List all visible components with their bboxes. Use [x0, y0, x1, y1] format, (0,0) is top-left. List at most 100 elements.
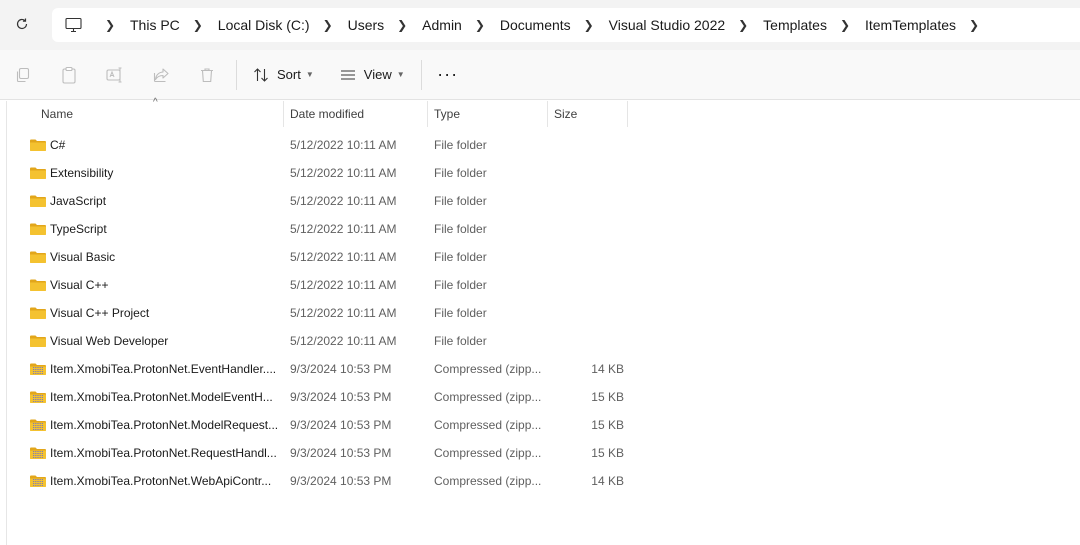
table-row[interactable]: Item.XmobiTea.ProtonNet.EventHandler....… — [7, 355, 1080, 383]
file-name-cell[interactable]: Item.XmobiTea.ProtonNet.EventHandler.... — [7, 361, 284, 377]
column-header-type[interactable]: Type — [428, 101, 548, 127]
date-modified-cell: 5/12/2022 10:11 AM — [290, 138, 397, 152]
breadcrumb-documents[interactable]: Documents — [496, 17, 575, 33]
breadcrumb-itemtemplates[interactable]: ItemTemplates — [861, 17, 960, 33]
view-label: View — [363, 67, 392, 82]
file-name-cell[interactable]: Visual C++ Project — [7, 305, 284, 321]
file-name-cell[interactable]: TypeScript — [7, 221, 284, 237]
type-cell: File folder — [434, 250, 487, 264]
column-header-size[interactable]: Size — [548, 101, 628, 127]
chevron-right-icon[interactable]: ❯ — [835, 18, 855, 32]
table-row[interactable]: Visual Web Developer 5/12/2022 10:11 AM Fi… — [7, 327, 1080, 355]
breadcrumb-admin[interactable]: Admin — [418, 17, 466, 33]
size-cell: 14 KB — [591, 474, 624, 488]
chevron-right-icon[interactable]: ❯ — [100, 18, 120, 32]
zip-folder-icon — [29, 417, 47, 433]
view-icon — [340, 69, 355, 80]
chevron-right-icon[interactable]: ❯ — [470, 18, 490, 32]
table-row[interactable]: Visual Basic 5/12/2022 10:11 AM File folde… — [7, 243, 1080, 271]
type-cell: File folder — [434, 306, 487, 320]
file-name-cell[interactable]: Visual Basic — [7, 249, 284, 265]
file-name-cell[interactable]: C# — [7, 137, 284, 153]
date-modified-cell: 5/12/2022 10:11 AM — [290, 250, 397, 264]
date-modified-cell: 9/3/2024 10:53 PM — [290, 446, 392, 460]
table-row[interactable]: Visual C++ 5/12/2022 10:11 AM File folder — [7, 271, 1080, 299]
copy-icon[interactable] — [0, 57, 46, 93]
address-bar[interactable]: ❯ This PC ❯ Local Disk (C:) ❯ Users ❯ Ad… — [52, 8, 1080, 42]
file-name: Item.XmobiTea.ProtonNet.ModelEventH... — [50, 390, 273, 404]
chevron-right-icon[interactable]: ❯ — [188, 18, 208, 32]
toolbar-divider — [236, 59, 237, 90]
column-header-date[interactable]: Date modified — [284, 101, 428, 127]
table-row[interactable]: Item.XmobiTea.ProtonNet.ModelRequest... 9… — [7, 411, 1080, 439]
date-modified-cell: 5/12/2022 10:11 AM — [290, 222, 397, 236]
type-cell: Compressed (zipp... — [434, 474, 542, 488]
folder-icon — [29, 137, 47, 153]
size-cell: 15 KB — [591, 446, 624, 460]
table-row[interactable]: Item.XmobiTea.ProtonNet.ModelEventH... 9/… — [7, 383, 1080, 411]
rename-icon[interactable] — [92, 57, 138, 93]
type-cell: Compressed (zipp... — [434, 390, 542, 404]
file-name-cell[interactable]: Item.XmobiTea.ProtonNet.ModelRequest... — [7, 417, 284, 433]
more-options-button[interactable]: ··· — [428, 57, 468, 93]
breadcrumb-users[interactable]: Users — [344, 17, 389, 33]
chevron-down-icon: ▼ — [396, 70, 405, 79]
sort-icon — [254, 67, 268, 82]
chevron-right-icon[interactable]: ❯ — [733, 18, 753, 32]
table-row[interactable]: Visual C++ Project 5/12/2022 10:11 AM File… — [7, 299, 1080, 327]
file-name-cell[interactable]: Visual C++ — [7, 277, 284, 293]
file-name: Item.XmobiTea.ProtonNet.WebApiContr... — [50, 474, 272, 488]
delete-icon[interactable] — [184, 57, 230, 93]
folder-icon — [29, 333, 47, 349]
chevron-right-icon[interactable]: ❯ — [579, 18, 599, 32]
command-bar: Sort ▼ View ▼ ··· — [0, 50, 1080, 100]
file-name-cell[interactable]: JavaScript — [7, 193, 284, 209]
chevron-right-icon[interactable]: ❯ — [318, 18, 338, 32]
sort-button[interactable]: Sort ▼ — [243, 57, 324, 93]
file-name: TypeScript — [50, 222, 107, 236]
table-row[interactable]: Item.XmobiTea.ProtonNet.WebApiContr... 9/… — [7, 467, 1080, 495]
file-name-cell[interactable]: Extensibility — [7, 165, 284, 181]
file-name-cell[interactable]: Item.XmobiTea.ProtonNet.ModelEventH... — [7, 389, 284, 405]
address-bar-row: ❯ This PC ❯ Local Disk (C:) ❯ Users ❯ Ad… — [0, 0, 1080, 50]
folder-icon — [29, 277, 47, 293]
computer-icon — [64, 16, 82, 34]
sort-ascending-icon: ^ — [153, 97, 158, 108]
file-name-cell[interactable]: Visual Web Developer — [7, 333, 284, 349]
column-header-name[interactable]: ^ Name — [7, 97, 284, 127]
breadcrumb-templates[interactable]: Templates — [759, 17, 831, 33]
view-button[interactable]: View ▼ — [330, 57, 415, 93]
breadcrumb-local-disk[interactable]: Local Disk (C:) — [214, 17, 314, 33]
refresh-icon[interactable] — [12, 14, 32, 34]
table-row[interactable]: Extensibility 5/12/2022 10:11 AM File fold… — [7, 159, 1080, 187]
file-name: Item.XmobiTea.ProtonNet.ModelRequest... — [50, 418, 279, 432]
share-icon[interactable] — [138, 57, 184, 93]
folder-icon — [29, 305, 47, 321]
zip-folder-icon — [29, 389, 47, 405]
size-cell: 15 KB — [591, 390, 624, 404]
table-row[interactable]: TypeScript 5/12/2022 10:11 AM File folder — [7, 215, 1080, 243]
toolbar-divider — [420, 59, 422, 90]
size-cell: 14 KB — [591, 362, 624, 376]
file-name: JavaScript — [50, 194, 107, 208]
table-row[interactable]: Item.XmobiTea.ProtonNet.RequestHandl... 9… — [7, 439, 1080, 467]
type-cell: Compressed (zipp... — [434, 446, 542, 460]
date-modified-cell: 5/12/2022 10:11 AM — [290, 278, 397, 292]
chevron-right-icon[interactable]: ❯ — [392, 18, 412, 32]
table-row[interactable]: C# 5/12/2022 10:11 AM File folder — [7, 131, 1080, 159]
size-cell: 15 KB — [591, 418, 624, 432]
file-name-cell[interactable]: Item.XmobiTea.ProtonNet.RequestHandl... — [7, 445, 284, 461]
file-name: C# — [50, 138, 66, 152]
date-modified-cell: 5/12/2022 10:11 AM — [290, 306, 397, 320]
chevron-right-icon[interactable]: ❯ — [964, 18, 984, 32]
breadcrumb-this-pc[interactable]: This PC — [126, 17, 184, 33]
date-modified-cell: 9/3/2024 10:53 PM — [290, 418, 392, 432]
paste-icon[interactable] — [46, 57, 92, 93]
file-name: Item.XmobiTea.ProtonNet.RequestHandl... — [50, 446, 277, 460]
date-modified-cell: 5/12/2022 10:11 AM — [290, 166, 397, 180]
breadcrumb-visual-studio[interactable]: Visual Studio 2022 — [605, 17, 730, 33]
file-name: Item.XmobiTea.ProtonNet.EventHandler.... — [50, 362, 277, 376]
file-name-cell[interactable]: Item.XmobiTea.ProtonNet.WebApiContr... — [7, 473, 284, 489]
column-headers: ^ Name Date modified Type Size — [7, 97, 628, 127]
table-row[interactable]: JavaScript 5/12/2022 10:11 AM File folder — [7, 187, 1080, 215]
